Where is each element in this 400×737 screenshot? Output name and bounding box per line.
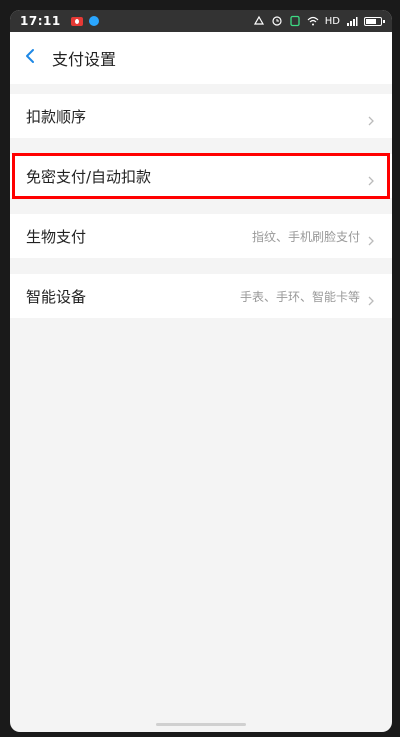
page-title: 支付设置	[52, 50, 117, 69]
phone-frame: 17:11 HD 支付设置 扣款顺序 免密支付/自动扣款 生物支付 指纹、手机刷…	[0, 0, 400, 737]
record-icon	[70, 16, 83, 26]
group-smart-device: 智能设备 手表、手环、智能卡等	[10, 274, 392, 318]
row-biometric-payment[interactable]: 生物支付 指纹、手机刷脸支付	[10, 214, 392, 258]
row-label: 免密支付/自动扣款	[26, 167, 152, 186]
back-button[interactable]	[10, 32, 50, 84]
network-label: HD	[324, 15, 340, 27]
status-right-icons: HD	[253, 15, 385, 27]
screen: 17:11 HD 支付设置 扣款顺序 免密支付/自动扣款 生物支付 指纹、手机刷…	[10, 10, 392, 732]
dot-icon	[88, 16, 99, 26]
row-label: 生物支付	[26, 227, 87, 246]
group-deduction-order: 扣款顺序	[10, 94, 392, 138]
wifi-icon	[307, 15, 319, 27]
status-bar: 17:11 HD	[10, 10, 392, 32]
status-left-icons	[70, 16, 99, 26]
row-value: 手表、手环、智能卡等	[239, 289, 360, 304]
chevron-left-icon	[22, 48, 38, 68]
row-smart-device[interactable]: 智能设备 手表、手环、智能卡等	[10, 274, 392, 318]
chevron-right-icon	[366, 171, 376, 186]
shield-icon	[289, 15, 301, 27]
home-indicator[interactable]	[156, 723, 246, 726]
status-time: 17:11	[20, 14, 61, 28]
group-biometric: 生物支付 指纹、手机刷脸支付	[10, 214, 392, 258]
chevron-right-icon	[366, 111, 376, 126]
row-value: 指纹、手机刷脸支付	[251, 229, 360, 244]
row-password-free-payment[interactable]: 免密支付/自动扣款	[10, 153, 392, 199]
row-label: 扣款顺序	[26, 107, 87, 126]
row-deduction-order[interactable]: 扣款顺序	[10, 94, 392, 138]
alarm-icon	[253, 15, 265, 27]
chevron-right-icon	[366, 291, 376, 306]
row-label: 智能设备	[26, 287, 87, 306]
clock-icon	[271, 15, 283, 27]
chevron-right-icon	[366, 231, 376, 246]
signal-icon	[346, 15, 358, 27]
group-password-free: 免密支付/自动扣款	[10, 153, 392, 199]
header: 支付设置	[10, 32, 392, 84]
battery-icon	[364, 16, 385, 26]
